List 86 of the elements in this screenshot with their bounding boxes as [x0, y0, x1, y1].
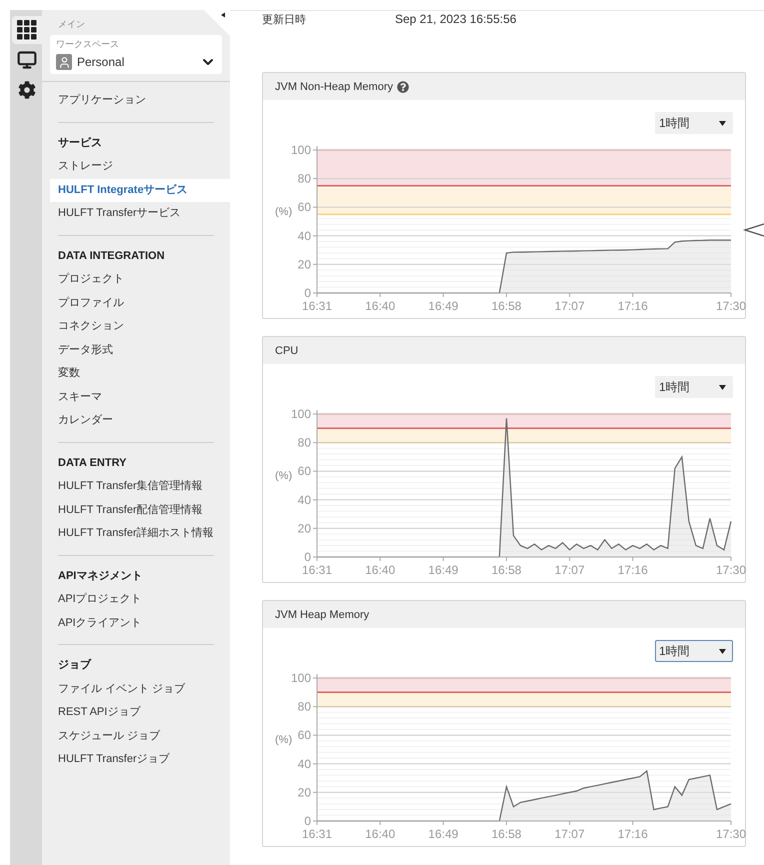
nav-item[interactable]: プロジェクト	[50, 268, 230, 292]
nav-item[interactable]: データ形式	[50, 338, 230, 362]
x-tick-label: 17:07	[554, 299, 585, 313]
x-tick-label: 16:40	[365, 299, 396, 313]
nav-item[interactable]: ストレージ	[50, 155, 230, 178]
section-label: メイン	[57, 18, 86, 31]
nav-item[interactable]: REST APIジョブ	[50, 701, 230, 724]
x-tick-label: 17:07	[554, 827, 585, 841]
y-tick-label: 60	[298, 728, 311, 742]
updated-value: Sep 21, 2023 16:55:56	[395, 12, 516, 26]
y-tick-label: 100	[290, 143, 311, 157]
nav-heading: DATA INTEGRATION	[57, 248, 166, 264]
x-tick-label: 16:49	[428, 299, 458, 313]
unit-label: (%)	[275, 470, 292, 482]
y-tick-label: 0	[304, 286, 311, 300]
nav-heading: サービス	[57, 136, 103, 150]
x-tick-label: 16:31	[302, 827, 332, 841]
nav-heading: ジョブ	[57, 658, 92, 673]
range-select[interactable]: 1時間	[655, 376, 733, 398]
apps-grid-icon	[17, 20, 37, 40]
unit-label: (%)	[275, 734, 292, 746]
y-tick-label: 80	[298, 436, 311, 450]
user-avatar-icon	[56, 54, 72, 70]
y-tick-label: 80	[298, 172, 311, 186]
nav-item[interactable]: 変数	[50, 362, 230, 386]
nav-item[interactable]: HULFT Transfer配信管理情報	[50, 498, 230, 522]
x-tick-label: 16:40	[365, 827, 396, 841]
y-tick-label: 100	[290, 407, 311, 421]
y-tick-label: 40	[298, 228, 311, 243]
range-select[interactable]: 1時間	[655, 112, 733, 134]
y-tick-label: 60	[298, 464, 311, 478]
y-tick-label: 20	[298, 785, 311, 800]
unit-label: (%)	[275, 206, 292, 218]
workspace-select[interactable]: ワークスペース Personal	[50, 35, 222, 74]
x-tick-label: 16:58	[491, 299, 522, 313]
y-tick-label: 0	[304, 814, 311, 828]
nav-item[interactable]: スケジュール ジョブ	[50, 724, 230, 748]
nav-item[interactable]: APIプロジェクト	[50, 588, 230, 612]
x-tick-label: 17:07	[554, 563, 585, 577]
x-tick-label: 16:49	[428, 827, 458, 841]
nav-item[interactable]: HULFT Integrateサービス	[50, 178, 230, 202]
nav-item[interactable]: カレンダー	[50, 409, 230, 432]
panel-title: CPU	[275, 344, 298, 356]
caret-icon	[719, 648, 726, 654]
caret-icon	[719, 384, 726, 390]
rail-button[interactable]	[12, 16, 42, 44]
y-tick-label: 20	[298, 257, 311, 272]
x-tick-label: 16:40	[365, 563, 396, 577]
nav-item[interactable]: コネクション	[50, 315, 230, 338]
panel-title: JVM Heap Memory	[275, 608, 370, 620]
x-tick-label: 16:31	[302, 299, 332, 313]
y-tick-label: 0	[304, 550, 311, 564]
x-tick-label: 16:58	[491, 827, 522, 841]
x-tick-label: 16:58	[491, 563, 522, 577]
y-tick-label: 60	[298, 200, 311, 214]
updated-label: 更新日時	[262, 12, 307, 26]
y-tick-label: 40	[298, 492, 311, 507]
x-tick-label: 16:31	[302, 563, 332, 577]
x-tick-label: 17:16	[618, 563, 648, 577]
x-tick-label: 17:30	[716, 827, 746, 841]
range-select[interactable]: 1時間	[655, 640, 733, 662]
x-tick-label: 17:30	[716, 563, 746, 577]
nav-item[interactable]: HULFT Transfer集信管理情報	[50, 475, 230, 498]
caret-icon	[719, 120, 726, 126]
monitor-icon	[17, 50, 37, 70]
nav-item[interactable]: APIクライアント	[50, 612, 230, 635]
nav-item[interactable]: アプリケーション	[50, 89, 230, 112]
y-tick-label: 80	[298, 700, 311, 714]
x-tick-label: 16:49	[428, 563, 458, 577]
y-tick-label: 20	[298, 521, 311, 536]
x-tick-label: 17:16	[618, 827, 648, 841]
nav-item[interactable]: プロファイル	[50, 292, 230, 315]
nav-item[interactable]: HULFT Transfer詳細ホスト情報	[50, 522, 230, 546]
nav-item[interactable]: ファイル イベント ジョブ	[50, 678, 230, 701]
nav-item[interactable]: HULFT Transferサービス	[50, 202, 230, 226]
nav-heading: DATA ENTRY	[57, 456, 128, 470]
panel-title: JVM Non-Heap Memory	[275, 80, 393, 92]
settings-icon	[18, 81, 36, 99]
y-tick-label: 100	[290, 671, 311, 685]
x-tick-label: 17:30	[716, 299, 746, 313]
y-tick-label: 40	[298, 756, 311, 771]
x-tick-label: 17:16	[618, 299, 648, 313]
nav-item[interactable]: HULFT Transferジョブ	[50, 748, 230, 772]
help-icon[interactable]	[396, 80, 409, 92]
nav-item[interactable]: スキーマ	[50, 386, 230, 409]
nav-heading: APIマネジメント	[57, 568, 144, 584]
